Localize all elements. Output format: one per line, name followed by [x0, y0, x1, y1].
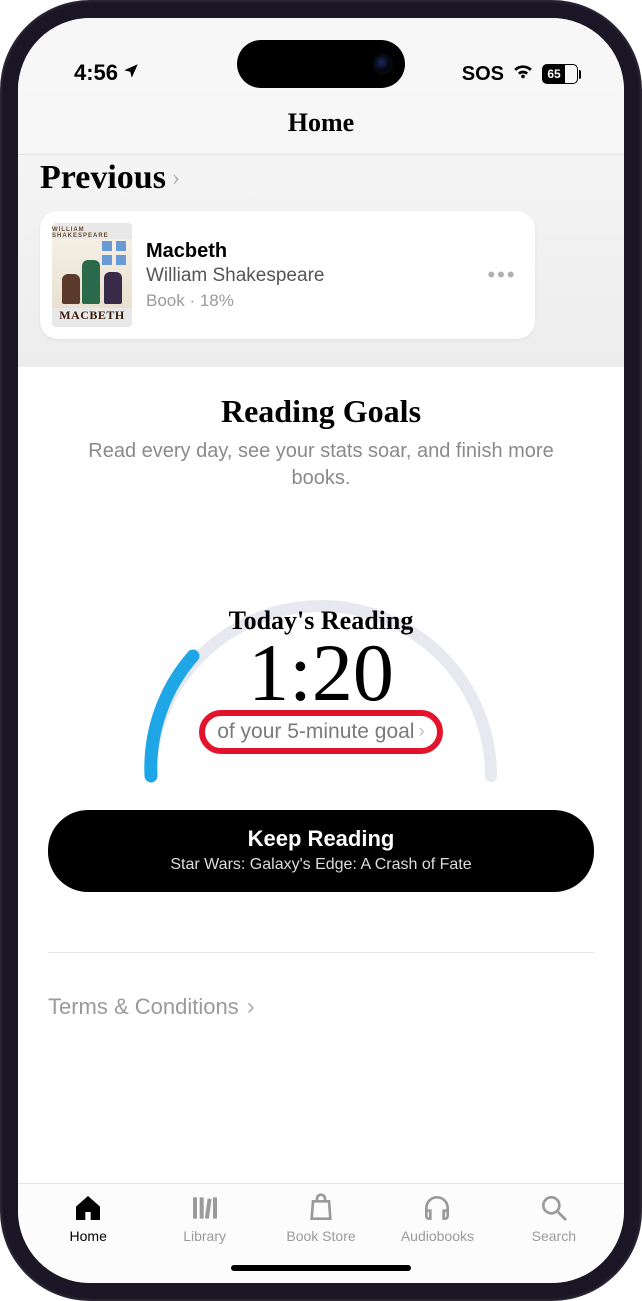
- previous-book-card[interactable]: WILLIAM SHAKESPEARE MACBETH Macbeth Will…: [40, 211, 535, 339]
- chevron-right-icon: ›: [247, 993, 255, 1021]
- book-cover: WILLIAM SHAKESPEARE MACBETH: [52, 223, 132, 327]
- tab-label: Book Store: [286, 1228, 355, 1244]
- book-title: Macbeth: [146, 240, 463, 263]
- goal-link[interactable]: of your 5-minute goal ›: [203, 716, 439, 748]
- dynamic-island: [237, 40, 405, 88]
- book-subline: Book · 18%: [146, 291, 463, 311]
- device-frame: 4:56 SOS 65 Home Previous ›: [0, 0, 642, 1301]
- cover-top-text: WILLIAM SHAKESPEARE: [52, 227, 132, 239]
- sos-indicator: SOS: [462, 63, 504, 86]
- library-icon: [188, 1192, 222, 1224]
- keep-reading-label: Keep Reading: [68, 826, 574, 852]
- status-time: 4:56: [74, 60, 118, 86]
- reading-time-value: 1:20: [111, 632, 531, 714]
- bag-icon: [304, 1192, 338, 1224]
- page-title: Home: [18, 90, 624, 155]
- goals-subtitle: Read every day, see your stats soar, and…: [81, 438, 561, 492]
- tab-label: Search: [532, 1228, 576, 1244]
- keep-reading-sub: Star Wars: Galaxy's Edge: A Crash of Fat…: [68, 856, 574, 874]
- search-icon: [537, 1192, 571, 1224]
- tab-label: Home: [70, 1228, 107, 1244]
- cover-bottom-text: MACBETH: [59, 308, 125, 323]
- terms-link[interactable]: Terms & Conditions ›: [48, 993, 255, 1021]
- headphones-icon: [420, 1192, 454, 1224]
- reading-goals-section: Reading Goals Read every day, see your s…: [18, 367, 624, 1183]
- tab-label: Library: [183, 1228, 226, 1244]
- terms-label: Terms & Conditions: [48, 994, 239, 1020]
- battery-level: 65: [543, 65, 565, 83]
- screen: 4:56 SOS 65 Home Previous ›: [18, 18, 624, 1283]
- battery-icon: 65: [542, 64, 578, 84]
- previous-label: Previous: [40, 159, 166, 197]
- annotation-highlight: [199, 710, 443, 754]
- home-icon: [71, 1192, 105, 1224]
- divider: [48, 952, 594, 953]
- book-author: William Shakespeare: [146, 265, 463, 287]
- tab-home[interactable]: Home: [30, 1192, 146, 1283]
- tab-search[interactable]: Search: [496, 1192, 612, 1283]
- chevron-right-icon: ›: [172, 165, 180, 192]
- home-indicator[interactable]: [231, 1265, 411, 1271]
- front-camera: [375, 56, 391, 72]
- tab-label: Audiobooks: [401, 1228, 474, 1244]
- goals-title: Reading Goals: [221, 393, 421, 430]
- location-icon: [122, 60, 140, 86]
- reading-gauge: Today's Reading 1:20 of your 5-minute go…: [111, 536, 531, 786]
- previous-section: Previous › WILLIAM SHAKESPEARE MACBETH M…: [18, 155, 624, 367]
- more-icon[interactable]: •••: [477, 262, 526, 288]
- previous-header[interactable]: Previous ›: [40, 159, 602, 197]
- wifi-icon: [512, 62, 534, 86]
- keep-reading-button[interactable]: Keep Reading Star Wars: Galaxy's Edge: A…: [48, 810, 594, 892]
